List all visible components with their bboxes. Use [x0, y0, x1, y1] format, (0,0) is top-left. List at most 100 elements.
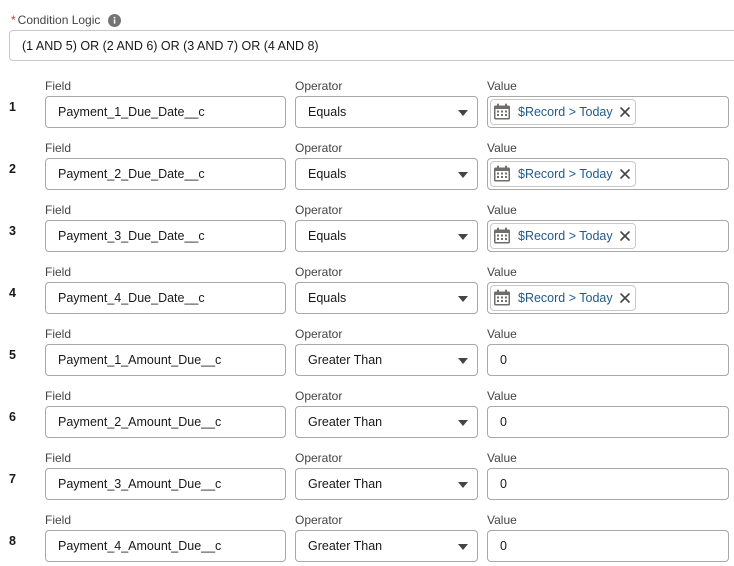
field-input[interactable]	[45, 96, 286, 128]
operator-select[interactable]: Equals	[295, 96, 478, 128]
close-icon[interactable]	[619, 292, 631, 304]
resource-pill-label: $Record > Today	[518, 291, 613, 305]
operator-select[interactable]: Equals	[295, 282, 478, 314]
resource-pill-label: $Record > Today	[518, 167, 613, 181]
operator-label: Operator	[295, 327, 343, 341]
operator-label: Operator	[295, 141, 343, 155]
value-input[interactable]	[487, 530, 729, 562]
condition-row: 4 Field Operator Value Equals $Record > Today	[0, 265, 734, 327]
chevron-down-icon	[458, 110, 468, 116]
condition-number: 8	[9, 534, 16, 548]
operator-select[interactable]: Equals	[295, 220, 478, 252]
condition-number: 4	[9, 286, 16, 300]
operator-label: Operator	[295, 389, 343, 403]
operator-value: Greater Than	[308, 353, 383, 367]
value-label: Value	[487, 265, 517, 279]
field-label: Field	[45, 79, 72, 93]
value-label: Value	[487, 451, 517, 465]
operator-value: Equals	[308, 105, 347, 119]
resource-pill[interactable]: $Record > Today	[490, 223, 636, 249]
operator-label: Operator	[295, 79, 343, 93]
resource-pill-label: $Record > Today	[518, 229, 613, 243]
value-label: Value	[487, 513, 517, 527]
resource-pill[interactable]: $Record > Today	[490, 99, 636, 125]
field-input[interactable]	[45, 406, 286, 438]
operator-select[interactable]: Greater Than	[295, 530, 478, 562]
field-label: Field	[45, 513, 72, 527]
value-input[interactable]: $Record > Today	[487, 282, 729, 314]
resource-pill[interactable]: $Record > Today	[490, 285, 636, 311]
condition-logic-header: * Condition Logic	[11, 12, 122, 28]
calendar-icon	[493, 289, 511, 307]
field-input[interactable]	[45, 282, 286, 314]
operator-label: Operator	[295, 265, 343, 279]
condition-row: 6 Field Operator Value Greater Than	[0, 389, 734, 451]
info-icon[interactable]	[108, 13, 122, 27]
condition-row: 2 Field Operator Value Equals $Record > Today	[0, 141, 734, 203]
chevron-down-icon	[458, 234, 468, 240]
field-input[interactable]	[45, 220, 286, 252]
value-input[interactable]: $Record > Today	[487, 96, 729, 128]
calendar-icon	[493, 227, 511, 245]
close-icon[interactable]	[619, 230, 631, 242]
field-label: Field	[45, 265, 72, 279]
chevron-down-icon	[458, 172, 468, 178]
operator-select[interactable]: Greater Than	[295, 344, 478, 376]
operator-value: Greater Than	[308, 415, 383, 429]
chevron-down-icon	[458, 482, 468, 488]
condition-logic-label: Condition Logic	[17, 13, 101, 27]
value-input[interactable]	[487, 344, 729, 376]
calendar-icon	[493, 165, 511, 183]
operator-select[interactable]: Greater Than	[295, 468, 478, 500]
operator-value: Equals	[308, 291, 347, 305]
operator-value: Equals	[308, 229, 347, 243]
condition-number: 7	[9, 472, 16, 486]
operator-value: Equals	[308, 167, 347, 181]
value-label: Value	[487, 327, 517, 341]
value-label: Value	[487, 79, 517, 93]
condition-row: 5 Field Operator Value Greater Than	[0, 327, 734, 389]
condition-row: 7 Field Operator Value Greater Than	[0, 451, 734, 513]
required-marker: *	[11, 13, 16, 27]
operator-label: Operator	[295, 513, 343, 527]
resource-pill[interactable]: $Record > Today	[490, 161, 636, 187]
value-label: Value	[487, 203, 517, 217]
condition-row: 3 Field Operator Value Equals $Record > Today	[0, 203, 734, 265]
condition-row: 8 Field Operator Value Greater Than	[0, 513, 734, 566]
value-input[interactable]: $Record > Today	[487, 220, 729, 252]
value-input[interactable]	[487, 468, 729, 500]
operator-value: Greater Than	[308, 539, 383, 553]
field-label: Field	[45, 389, 72, 403]
condition-row: 1 Field Operator Value Equals $Record > Today	[0, 79, 734, 141]
condition-logic-input[interactable]	[9, 30, 734, 61]
value-label: Value	[487, 141, 517, 155]
field-input[interactable]	[45, 468, 286, 500]
chevron-down-icon	[458, 420, 468, 426]
condition-number: 3	[9, 224, 16, 238]
field-input[interactable]	[45, 158, 286, 190]
field-label: Field	[45, 327, 72, 341]
calendar-icon	[493, 103, 511, 121]
close-icon[interactable]	[619, 168, 631, 180]
field-input[interactable]	[45, 530, 286, 562]
operator-label: Operator	[295, 451, 343, 465]
operator-select[interactable]: Greater Than	[295, 406, 478, 438]
operator-select[interactable]: Equals	[295, 158, 478, 190]
field-label: Field	[45, 451, 72, 465]
resource-pill-label: $Record > Today	[518, 105, 613, 119]
value-input[interactable]: $Record > Today	[487, 158, 729, 190]
condition-number: 6	[9, 410, 16, 424]
close-icon[interactable]	[619, 106, 631, 118]
operator-label: Operator	[295, 203, 343, 217]
field-label: Field	[45, 203, 72, 217]
value-input[interactable]	[487, 406, 729, 438]
field-input[interactable]	[45, 344, 286, 376]
chevron-down-icon	[458, 358, 468, 364]
condition-number: 5	[9, 348, 16, 362]
condition-number: 1	[9, 100, 16, 114]
operator-value: Greater Than	[308, 477, 383, 491]
field-label: Field	[45, 141, 72, 155]
value-label: Value	[487, 389, 517, 403]
condition-number: 2	[9, 162, 16, 176]
chevron-down-icon	[458, 544, 468, 550]
